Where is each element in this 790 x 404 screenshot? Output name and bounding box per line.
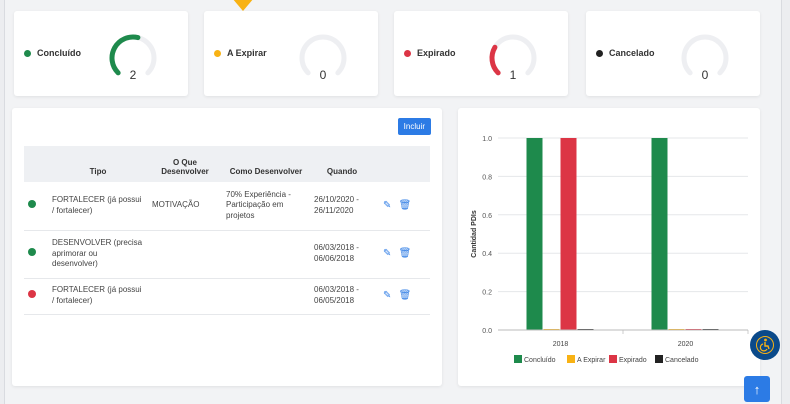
status-label: Expirado (404, 48, 456, 58)
chart-bar (560, 138, 577, 330)
pdi-table-card: Incluir Tipo O Que Desenvolver Como Dese… (12, 108, 442, 386)
chart-bar (651, 138, 668, 330)
status-dot (24, 49, 31, 57)
trash-icon[interactable]: 🗑 (399, 290, 412, 301)
status-dot (596, 49, 603, 57)
header-quando: Quando (326, 167, 358, 176)
legend-label: A Expirar (577, 357, 606, 364)
status-dot (404, 49, 411, 57)
legend-label: Cancelado (665, 357, 699, 364)
cell-tipo: FORTALECER (já possui / fortalecer) (48, 182, 148, 231)
cell-o-que: MOTIVAÇÃO (148, 182, 222, 231)
y-tick-label: 1.0 (482, 136, 492, 143)
cell-quando: 26/10/2020 - 26/11/2020 (310, 182, 374, 231)
status-label-text: Expirado (417, 48, 456, 58)
status-card: A Expirar 0 (204, 11, 378, 96)
legend-swatch (655, 355, 663, 363)
cell-o-que (148, 230, 222, 279)
accessibility-icon (756, 336, 774, 354)
legend-swatch (609, 355, 617, 363)
y-tick-label: 0.0 (482, 328, 492, 335)
status-value: 0 (701, 68, 709, 82)
y-tick-label: 0.2 (482, 290, 492, 297)
row-status-dot (28, 248, 36, 257)
y-tick-label: 0.8 (482, 174, 492, 181)
y-axis-label: Cantidad PDIs (471, 210, 478, 258)
accessibility-button[interactable] (750, 330, 780, 360)
header-como: Como Desenvolver (229, 167, 303, 176)
status-label-text: Cancelado (609, 48, 655, 58)
row-status-dot (28, 290, 36, 299)
y-tick-label: 0.4 (482, 251, 492, 258)
cell-tipo: DESENVOLVER (precisa aprimorar ou desenv… (48, 230, 148, 279)
status-value: 2 (129, 68, 137, 82)
cell-tipo: FORTALECER (já possui / fortalecer) (48, 278, 148, 315)
status-value: 1 (509, 68, 517, 82)
cell-como (222, 278, 310, 315)
x-tick-label: 2018 (553, 341, 569, 348)
edit-icon[interactable]: ✎ (383, 200, 391, 211)
cell-como: 70% Experiência - Participação em projet… (222, 182, 310, 231)
table-row[interactable]: FORTALECER (já possui / fortalecer) MOTI… (24, 182, 430, 231)
arrow-up-icon: ↑ (753, 381, 761, 397)
status-label-text: A Expirar (227, 48, 267, 58)
edit-icon[interactable]: ✎ (383, 290, 391, 301)
trash-icon[interactable]: 🗑 (399, 200, 412, 211)
table-row[interactable]: FORTALECER (já possui / fortalecer) 06/0… (24, 278, 430, 315)
row-status-dot (28, 199, 36, 208)
legend-label: Expirado (619, 357, 647, 364)
status-label-text: Concluído (37, 48, 81, 58)
status-dot (214, 49, 221, 57)
status-card: Concluído 2 (14, 11, 188, 96)
cell-quando: 06/03/2018 - 06/05/2018 (310, 278, 374, 315)
status-label: Cancelado (596, 48, 655, 58)
bar-chart: 0.0 0.2 0.4 0.6 0.8 1.0 Cantidad PDIs 2018 2020 C… (471, 136, 749, 364)
status-card: Expirado 1 (394, 11, 568, 96)
status-label: A Expirar (214, 48, 267, 58)
table-row[interactable]: DESENVOLVER (precisa aprimorar ou desenv… (24, 230, 430, 279)
chart-card: 0.0 0.2 0.4 0.6 0.8 1.0 Cantidad PDIs 2018 2020 C… (458, 108, 760, 386)
edit-icon[interactable]: ✎ (383, 248, 391, 259)
incluir-button[interactable]: Incluir (397, 118, 431, 135)
header-o-que: O Que Desenvolver (161, 158, 209, 176)
legend-label: Concluído (524, 357, 556, 364)
y-tick-label: 0.6 (482, 213, 492, 220)
legend-swatch (514, 355, 522, 363)
x-tick-label: 2020 (678, 341, 694, 348)
cell-o-que (148, 278, 222, 315)
status-value: 0 (319, 68, 327, 82)
cell-como (222, 230, 310, 279)
chart-bar (526, 138, 543, 330)
status-label: Concluído (24, 48, 81, 58)
trash-icon[interactable]: 🗑 (399, 248, 412, 259)
cell-quando: 06/03/2018 - 06/06/2018 (310, 230, 374, 279)
legend-swatch (567, 355, 575, 363)
status-card: Cancelado 0 (586, 11, 760, 96)
header-tipo: Tipo (89, 167, 107, 176)
scroll-top-button[interactable]: ↑ (744, 376, 770, 402)
pdi-table: Tipo O Que Desenvolver Como Desenvolver … (24, 146, 430, 315)
